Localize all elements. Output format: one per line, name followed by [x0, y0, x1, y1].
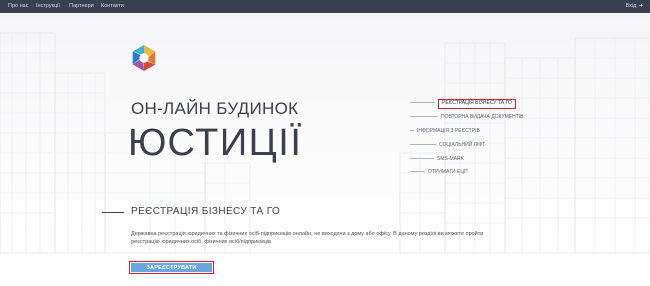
top-navigation-bar: Про нас Інструкції Партнери Контакти Вхі… — [0, 0, 650, 13]
menu-item-label: ОТРИМАТИ ЕЦП — [428, 169, 468, 175]
nav-link-partners[interactable]: Партнери — [69, 2, 94, 11]
menu-item-label: SMS-MARK — [437, 156, 464, 162]
login-link[interactable]: Вхід ➜ — [626, 2, 643, 11]
hero-title-line2: ЮСТИЦІЇ — [128, 122, 303, 164]
menu-item-business-registration[interactable]: РЕЄСТРАЦІЯ БІЗНЕСУ ТА ГО — [410, 98, 516, 109]
menu-item-document-reissue[interactable]: ПОВТОРНА ВИДАЧА ДОКУМЕНТІВ — [410, 112, 524, 122]
hero-title-line1: ОН-ЛАЙН БУДИНОК — [131, 99, 299, 118]
login-label: Вхід — [625, 3, 637, 9]
menu-item-social-lift[interactable]: СОЦІАЛЬНИЙ ЛІФТ — [410, 140, 485, 150]
section-title-divider — [102, 212, 124, 213]
section-title: РЕЄСТРАЦІЯ БІЗНЕСУ ТА ГО — [131, 206, 281, 217]
camera-aperture-logo — [132, 45, 156, 71]
hero-section: ОН-ЛАЙН БУДИНОК ЮСТИЦІЇ РЕЄСТРАЦІЯ БІЗНЕ… — [0, 13, 650, 286]
register-button-highlight: ЗАРЕЄСТРУВАТИ — [129, 261, 214, 274]
nav-link-contacts[interactable]: Контакти — [101, 2, 124, 11]
menu-item-label: РЕЄСТРАЦІЯ БІЗНЕСУ ТА ГО — [438, 98, 516, 109]
register-button[interactable]: ЗАРЕЄСТРУВАТИ — [131, 263, 212, 272]
nav-link-instructions[interactable]: Інструкції — [36, 2, 60, 11]
menu-item-label: ІНФОРМАЦІЯ З РЕЄСТРІВ — [417, 128, 480, 134]
section-description: Державна реєстрація юридичних та фізични… — [131, 231, 484, 245]
nav-link-about[interactable]: Про нас — [8, 2, 28, 11]
menu-item-registry-info[interactable]: ІНФОРМАЦІЯ З РЕЄСТРІВ — [410, 126, 480, 136]
menu-item-get-digital-signature[interactable]: ОТРИМАТИ ЕЦП — [410, 167, 468, 177]
menu-item-sms-mark[interactable]: SMS-MARK — [410, 154, 464, 164]
sign-in-icon: ➜ — [638, 3, 643, 9]
menu-item-label: ПОВТОРНА ВИДАЧА ДОКУМЕНТІВ — [441, 114, 524, 120]
menu-item-label: СОЦІАЛЬНИЙ ЛІФТ — [439, 142, 485, 148]
